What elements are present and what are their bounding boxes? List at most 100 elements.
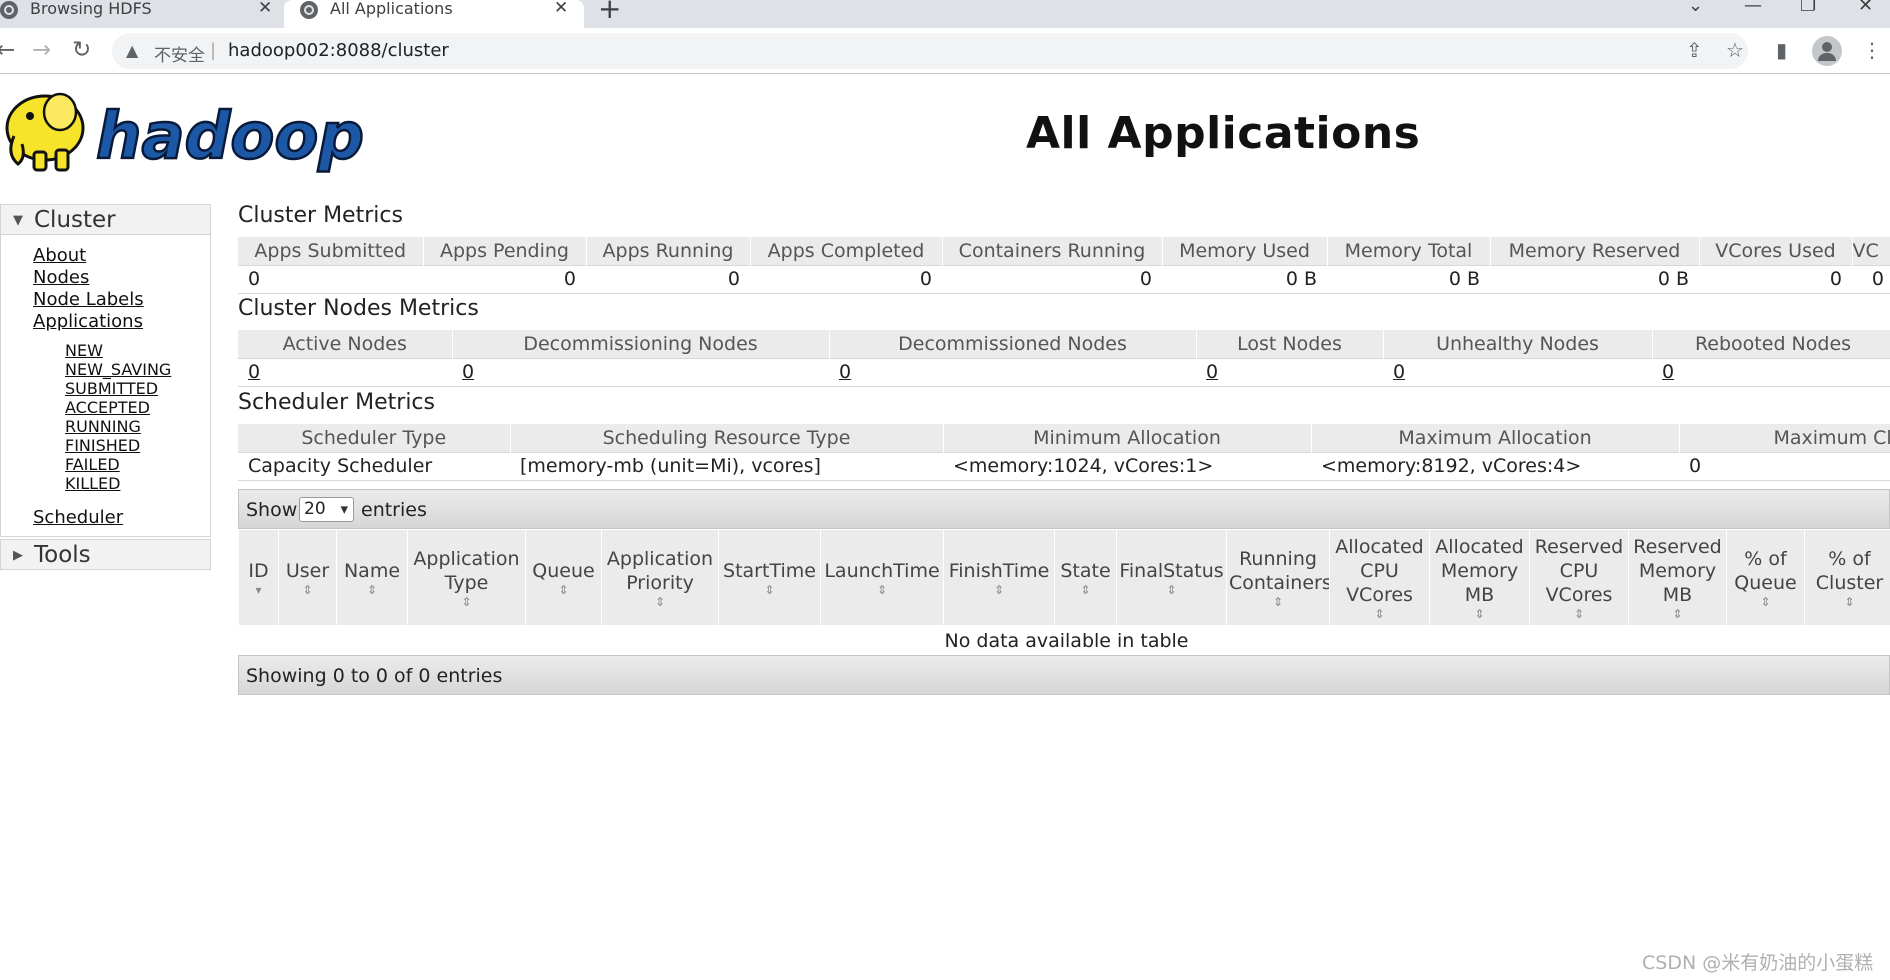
sidebar-link-applications[interactable]: Applications	[33, 311, 143, 333]
col-header: Decommissioning Nodes	[452, 330, 830, 358]
scheduler-value: [memory-mb (unit=Mi), vcores]	[510, 451, 943, 481]
sidebar-state-new-saving[interactable]: NEW_SAVING	[65, 361, 171, 379]
unhealthy-nodes-link[interactable]: 0	[1383, 357, 1652, 387]
tab-browsing-hdfs[interactable]: Browsing HDFS ✕	[0, 0, 282, 28]
sidebar-cluster-label: Cluster	[34, 207, 116, 233]
col-header-name[interactable]: Name ⇕	[336, 529, 408, 626]
col-header: Apps Pending	[423, 237, 587, 265]
scheduler-metrics-title: Scheduler Metrics	[238, 390, 435, 415]
close-icon[interactable]: ✕	[554, 0, 568, 18]
warning-triangle-icon[interactable]: ▲	[126, 41, 138, 60]
rebooted-nodes-link[interactable]: 0	[1652, 357, 1890, 387]
sidebar-state-failed[interactable]: FAILED	[65, 456, 120, 474]
new-tab-plus-icon[interactable]: +	[598, 0, 621, 24]
col-header-launch-time[interactable]: LaunchTime ⇕	[820, 529, 944, 626]
sort-icon: ⇕	[1374, 607, 1385, 621]
profile-avatar-icon[interactable]	[1812, 36, 1842, 66]
col-header-running-containers[interactable]: Running Containers ⇕	[1226, 529, 1330, 626]
window-close-icon[interactable]: ✕	[1858, 0, 1873, 16]
decommissioned-nodes-link[interactable]: 0	[829, 357, 1196, 387]
address-url[interactable]: hadoop002:8088/cluster	[228, 40, 449, 61]
col-header-finish-time[interactable]: FinishTime ⇕	[943, 529, 1055, 626]
sidebar-state-accepted[interactable]: ACCEPTED	[65, 399, 150, 417]
col-header-percent-of-cluster[interactable]: % of Cluster ⇕	[1804, 529, 1890, 626]
cluster-nodes-metrics-table: Active Nodes Decommissioning Nodes Decom…	[238, 330, 1890, 387]
col-header: Memory Used	[1162, 237, 1328, 265]
hadoop-logo-text: hadoop	[96, 100, 364, 174]
close-icon[interactable]: ✕	[258, 0, 272, 18]
apps-table-footer: Showing 0 to 0 of 0 entries	[238, 655, 1890, 695]
sidebar-cluster-header[interactable]: ▼ Cluster	[0, 204, 211, 235]
col-header-user[interactable]: User ⇕	[278, 529, 337, 626]
sidebar-link-scheduler[interactable]: Scheduler	[33, 507, 123, 529]
col-header-application-priority[interactable]: Application Priority ⇕	[601, 529, 719, 626]
browser-toolbar: ← → ↻ ▲ 不安全 | hadoop002:8088/cluster ⇪ ☆…	[0, 28, 1890, 74]
sidebar-link-nodes[interactable]: Nodes	[33, 267, 89, 289]
bookmark-star-icon[interactable]: ☆	[1726, 38, 1744, 62]
page-size-select[interactable]: 20	[299, 497, 354, 522]
col-header-allocated-memory-mb[interactable]: Allocated Memory MB ⇕	[1429, 529, 1530, 626]
col-header-application-type[interactable]: Application Type ⇕	[407, 529, 526, 626]
sidebar-state-new[interactable]: NEW	[65, 342, 103, 360]
entries-label: entries	[361, 499, 427, 521]
lost-nodes-link[interactable]: 0	[1196, 357, 1383, 387]
col-header: Memory Reserved	[1490, 237, 1700, 265]
col-header-final-status[interactable]: FinalStatus ⇕	[1116, 529, 1227, 626]
col-header: Containers Running	[942, 237, 1163, 265]
hadoop-logo: hadoop	[5, 92, 365, 175]
col-header: Decommissioned Nodes	[829, 330, 1197, 358]
metric-value: 0	[750, 264, 942, 294]
metric-value: 0	[1699, 264, 1852, 294]
side-panel-icon[interactable]: ▮	[1776, 38, 1787, 62]
sort-icon: ⇕	[764, 583, 775, 597]
sidebar-state-finished[interactable]: FINISHED	[65, 437, 140, 455]
table-info: Showing 0 to 0 of 0 entries	[246, 665, 503, 687]
sidebar-state-running[interactable]: RUNNING	[65, 418, 141, 436]
sort-icon: ⇕	[302, 583, 313, 597]
active-nodes-link[interactable]: 0	[238, 357, 452, 387]
sort-icon: ⇕	[993, 583, 1005, 597]
col-header-queue[interactable]: Queue ⇕	[525, 529, 602, 626]
table-row: No data available in table	[238, 625, 1890, 656]
col-header-reserved-cpu-vcores[interactable]: Reserved CPU VCores ⇕	[1529, 529, 1629, 626]
col-header-allocated-cpu-vcores[interactable]: Allocated CPU VCores ⇕	[1329, 529, 1430, 626]
cluster-nodes-metrics-title: Cluster Nodes Metrics	[238, 296, 479, 321]
sidebar-state-submitted[interactable]: SUBMITTED	[65, 380, 158, 398]
sort-icon: ⇕	[1844, 595, 1855, 609]
sidebar-state-killed[interactable]: KILLED	[65, 475, 120, 493]
back-arrow-icon[interactable]: ←	[0, 35, 15, 65]
sidebar-link-node-labels[interactable]: Node Labels	[33, 289, 144, 311]
security-status[interactable]: 不安全	[154, 41, 205, 66]
cluster-metrics-table: Apps Submitted Apps Pending Apps Running…	[238, 237, 1890, 294]
metric-value: 0 B	[1490, 264, 1699, 294]
col-header-id[interactable]: ID ▾	[238, 529, 279, 626]
restore-icon[interactable]: ❐	[1800, 0, 1816, 16]
sidebar-tools-header[interactable]: ▶ Tools	[0, 539, 211, 570]
col-header: Apps Running	[586, 237, 751, 265]
globe-icon	[300, 1, 318, 19]
col-header-percent-of-queue[interactable]: % of Queue ⇕	[1726, 529, 1805, 626]
share-icon[interactable]: ⇪	[1686, 38, 1703, 62]
sort-icon: ⇕	[876, 583, 888, 597]
col-header-reserved-memory-mb[interactable]: Reserved Memory MB ⇕	[1628, 529, 1727, 626]
decommissioning-nodes-link[interactable]: 0	[452, 357, 829, 387]
sort-icon: ⇕	[1573, 607, 1585, 621]
tab-search-chevron-icon[interactable]: ⌄	[1688, 0, 1703, 16]
col-header: Minimum Allocation	[943, 424, 1312, 452]
sort-icon: ⇕	[461, 595, 472, 609]
col-header: Scheduler Type	[238, 424, 511, 452]
address-bar[interactable]: ▲ 不安全 | hadoop002:8088/cluster	[112, 33, 1748, 69]
sidebar-link-about[interactable]: About	[33, 245, 86, 267]
col-header-start-time[interactable]: StartTime ⇕	[718, 529, 821, 626]
sort-icon: ⇕	[1672, 607, 1683, 621]
more-menu-icon[interactable]: ⋮	[1862, 38, 1882, 62]
tab-all-applications[interactable]: All Applications ✕	[284, 0, 584, 28]
tab-label: Browsing HDFS	[30, 0, 152, 18]
forward-arrow-icon[interactable]: →	[32, 35, 51, 65]
minimize-icon[interactable]: —	[1744, 0, 1762, 16]
col-header-state[interactable]: State ⇕	[1054, 529, 1117, 626]
address-separator: |	[210, 40, 217, 61]
col-header: Apps Completed	[750, 237, 943, 265]
scheduler-metrics-table: Scheduler Type Scheduling Resource Type …	[238, 424, 1890, 481]
reload-icon[interactable]: ↻	[72, 35, 91, 65]
